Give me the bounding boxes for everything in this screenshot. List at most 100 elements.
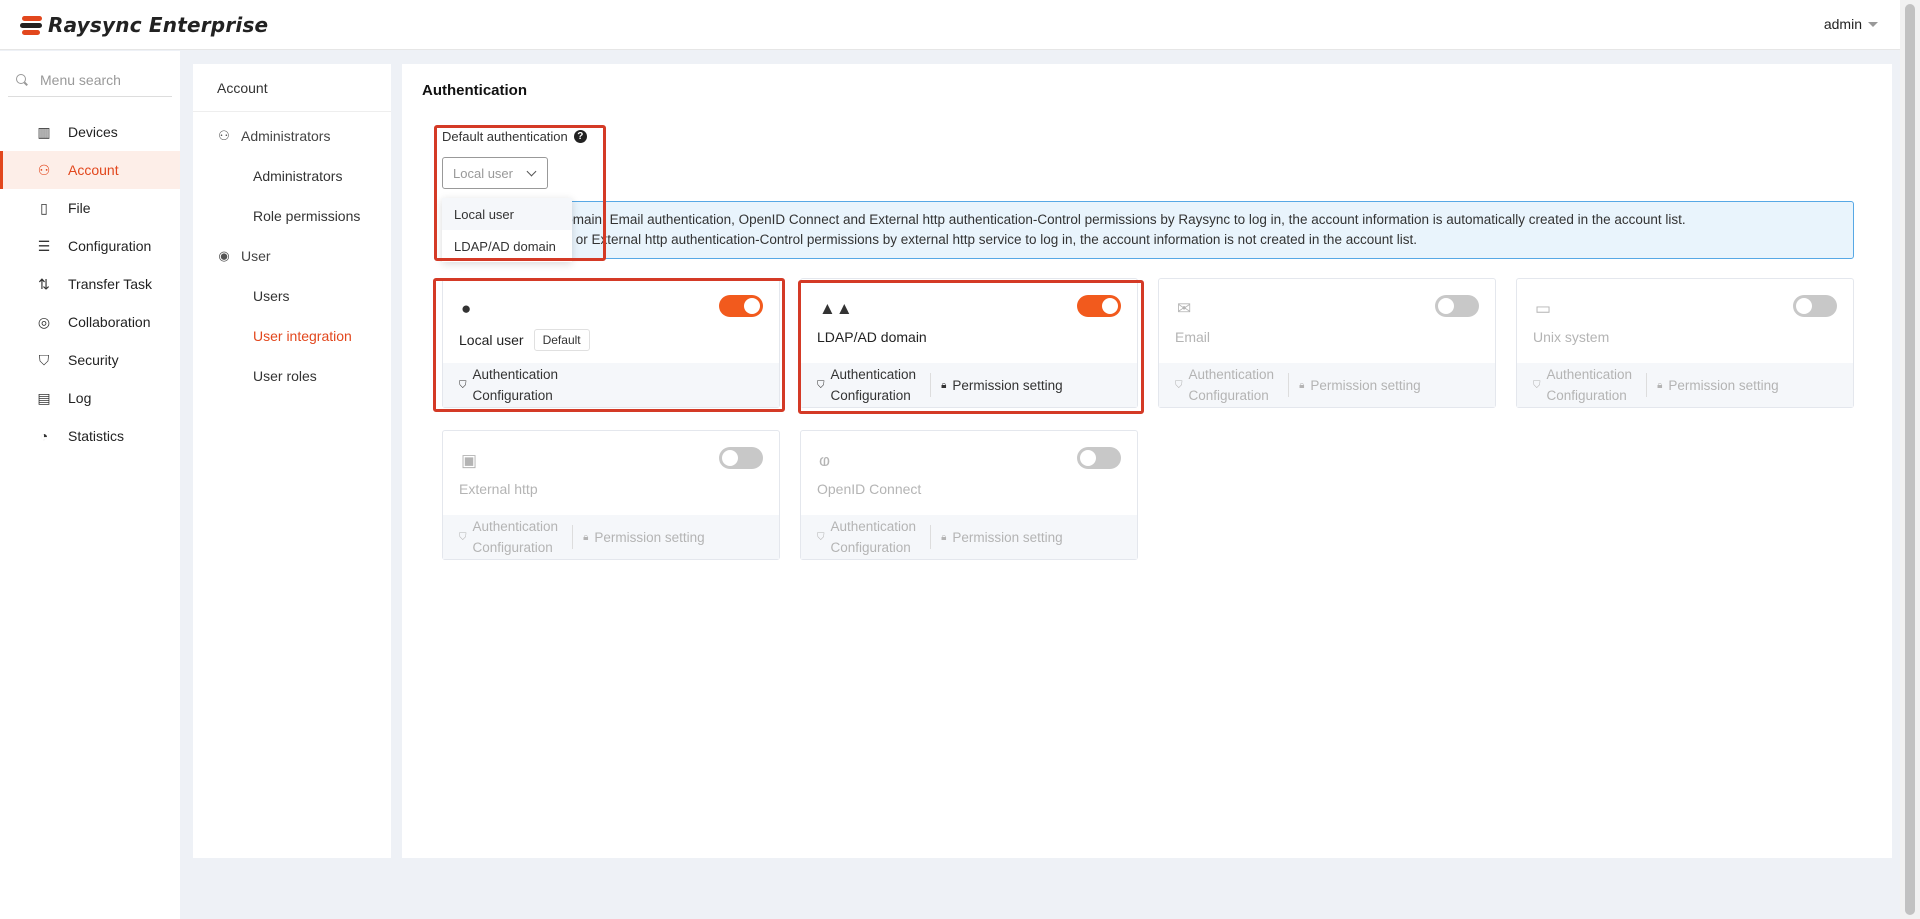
lock-icon: 🔒︎: [1657, 379, 1663, 391]
card-name: Local user Default: [459, 329, 590, 351]
local-user-toggle[interactable]: [719, 295, 763, 317]
menu-search-input[interactable]: [40, 71, 160, 88]
auth-config-line1: Authentication: [830, 367, 917, 382]
sidebar-item-collaboration[interactable]: ◎ Collaboration: [0, 303, 180, 341]
help-icon[interactable]: ?: [573, 130, 587, 143]
card-footer: ⛉ Authentication Configuration 🔒︎ Permissio…: [801, 363, 1137, 407]
auth-config-button[interactable]: ⛉ Authentication Configuration: [443, 364, 558, 406]
sidebar-item-configuration[interactable]: ☰ Configuration: [0, 227, 180, 265]
sidebar-item-label: Transfer Task: [68, 276, 153, 292]
subpanel-group-label: User: [241, 248, 271, 264]
auth-config-button[interactable]: ⛉ Authentication Configuration: [443, 516, 558, 558]
card-name: OpenID Connect: [817, 481, 922, 497]
openid-icon: ⱷ: [819, 451, 831, 470]
default-badge: Default: [533, 329, 590, 351]
menu-search: [8, 63, 172, 97]
card-name-text: Local user: [459, 332, 524, 348]
shield-icon: ⛉: [1533, 379, 1541, 391]
permission-setting-button[interactable]: 🔒︎ Permission setting: [1289, 375, 1421, 396]
email-icon: ✉: [1177, 299, 1192, 318]
devices-icon: ▥: [37, 123, 51, 140]
sidebar-item-statistics[interactable]: ◔ Statistics: [0, 417, 180, 455]
card-name: LDAP/AD domain: [817, 329, 927, 345]
auth-config-line1: Authentication: [830, 519, 917, 534]
sidebar: ▥ Devices ⚇ Account ▯ File ☰ Configuration ⇅…: [0, 51, 180, 919]
auth-config-line1: Authentication: [1188, 367, 1275, 382]
subpanel-group-label: Administrators: [241, 128, 331, 144]
default-auth-select[interactable]: Local user: [442, 157, 548, 189]
transfer-icon: ⇅: [38, 275, 50, 292]
sidebar-item-devices[interactable]: ▥ Devices: [0, 113, 180, 151]
subpanel-item-user-integration[interactable]: User integration: [193, 316, 391, 356]
permission-setting-label: Permission setting: [1668, 377, 1779, 393]
select-value: Local user: [453, 165, 513, 181]
permission-setting-button[interactable]: 🔒︎ Permission setting: [931, 375, 1063, 396]
auth-config-button[interactable]: ⛉ Authentication Configuration: [1517, 364, 1632, 406]
sidebar-item-label: Devices: [68, 124, 118, 140]
permission-setting-button[interactable]: 🔒︎ Permission setting: [573, 527, 705, 548]
file-icon: ▯: [40, 199, 48, 216]
auth-card-local-user: ● Local user Default ⛉ Authentication Confi…: [442, 278, 780, 408]
dropdown-option-local-user[interactable]: Local user: [442, 198, 572, 230]
pie-chart-icon: ◔: [39, 428, 49, 444]
user-menu[interactable]: admin: [1824, 16, 1878, 32]
page-scrollbar[interactable]: [1900, 0, 1920, 919]
dropdown-option-ldap[interactable]: LDAP/AD domain: [442, 230, 572, 262]
sidebar-item-label: File: [68, 200, 91, 216]
subpanel-item-role-permissions[interactable]: Role permissions: [193, 196, 391, 236]
sidebar-item-transfer-task[interactable]: ⇅ Transfer Task: [0, 265, 180, 303]
subpanel-item-users[interactable]: Users: [193, 276, 391, 316]
app-title: Raysync Enterprise: [48, 12, 269, 37]
sidebar-item-security[interactable]: ⛉ Security: [0, 341, 180, 379]
external-http-toggle[interactable]: [719, 447, 763, 469]
sidebar-item-log[interactable]: ▤ Log: [0, 379, 180, 417]
sidebar-item-label: Statistics: [68, 428, 125, 444]
raysync-logo-icon: [20, 14, 42, 36]
scrollbar-thumb[interactable]: [1905, 4, 1915, 915]
auth-card-ldap: ▲▲ LDAP/AD domain ⛉ Authentication Configu…: [800, 278, 1138, 408]
ldap-toggle[interactable]: [1077, 295, 1121, 317]
default-auth-label: Default authentication ?: [442, 129, 587, 144]
http-icon: ▣: [461, 451, 478, 470]
shield-icon: ⛉: [1175, 379, 1183, 391]
auth-config-button[interactable]: ⛉ Authentication Configuration: [801, 364, 916, 406]
subpanel-group-administrators[interactable]: ⚇ Administrators: [193, 116, 391, 156]
sidebar-nav: ▥ Devices ⚇ Account ▯ File ☰ Configuration ⇅…: [0, 113, 180, 455]
card-footer: ⛉ Authentication Configuration: [443, 363, 779, 407]
email-toggle[interactable]: [1435, 295, 1479, 317]
card-name: External http: [459, 481, 538, 497]
lock-icon: 🔒︎: [583, 531, 589, 543]
chevron-down-icon: [526, 166, 537, 177]
info-line-1: Select LDAP/AD domain, Email authenticat…: [455, 212, 1686, 227]
subpanel-item-user-roles[interactable]: User roles: [193, 356, 391, 396]
default-auth-label-text: Default authentication: [442, 129, 568, 144]
info-alert: Select LDAP/AD domain, Email authenticat…: [442, 201, 1854, 259]
card-footer: ⛉ Authentication Configuration 🔒︎ Permissio…: [801, 515, 1137, 559]
auth-config-line1: Authentication: [1546, 367, 1633, 382]
permission-setting-label: Permission setting: [1310, 377, 1421, 393]
openid-toggle[interactable]: [1077, 447, 1121, 469]
shield-icon: ⛉: [459, 379, 467, 391]
permission-setting-button[interactable]: 🔒︎ Permission setting: [1647, 375, 1779, 396]
unix-toggle[interactable]: [1793, 295, 1837, 317]
auth-config-line2: Configuration: [830, 540, 911, 555]
default-auth-dropdown: Local user LDAP/AD domain: [442, 198, 572, 262]
sidebar-item-file[interactable]: ▯ File: [0, 189, 180, 227]
user-icon: ●: [461, 299, 472, 318]
sidebar-item-account[interactable]: ⚇ Account: [0, 151, 180, 189]
auth-config-button[interactable]: ⛉ Authentication Configuration: [801, 516, 916, 558]
shield-icon: ⛉: [38, 351, 50, 368]
auth-config-button[interactable]: ⛉ Authentication Configuration: [1159, 364, 1274, 406]
subpanel-item-administrators[interactable]: Administrators: [193, 156, 391, 196]
permission-setting-button[interactable]: 🔒︎ Permission setting: [931, 527, 1063, 548]
auth-card-unix: ▭ Unix system ⛉ Authentication Configurati…: [1516, 278, 1854, 408]
subpanel-group-user[interactable]: ◉ User: [193, 236, 391, 276]
auth-config-line2: Configuration: [472, 540, 553, 555]
top-header: Raysync Enterprise admin: [0, 0, 1900, 50]
auth-config-line2: Configuration: [830, 388, 911, 403]
sidebar-item-label: Security: [68, 352, 119, 368]
auth-config-line1: Authentication: [472, 367, 559, 382]
user-circle-icon: ◉: [218, 248, 230, 263]
lock-icon: 🔒︎: [941, 531, 947, 543]
sidebar-item-label: Collaboration: [68, 314, 151, 330]
